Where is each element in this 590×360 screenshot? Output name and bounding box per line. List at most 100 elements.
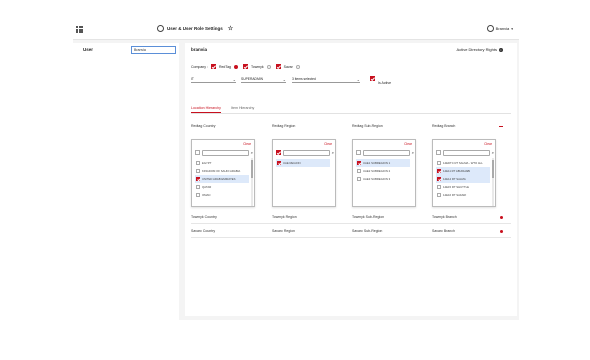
collapse-icon[interactable] (499, 126, 503, 127)
dropdown-search-input[interactable] (202, 149, 249, 156)
search-icon[interactable]: ⌕ (332, 150, 334, 155)
redtag-subregion-label: Redtag Sub-Region (352, 124, 383, 128)
option-checkbox[interactable] (437, 177, 441, 181)
redtag-branch-label: Redtag Branch (432, 124, 456, 128)
option-checkbox[interactable] (437, 193, 441, 197)
option-label: UAE1 SUBREGION 1 (363, 161, 391, 165)
list-item[interactable]: UAE REGION (276, 159, 330, 167)
top-bar: User & User Role Settings ☆ Branvia ▾ (73, 20, 519, 40)
list-item[interactable]: UAE2 SUBREGION 2 (356, 167, 410, 175)
option-checkbox[interactable] (357, 177, 361, 181)
dropdown-search-input[interactable] (443, 149, 490, 156)
dropdown-search-input[interactable] (363, 149, 410, 156)
company-checkbox-savar[interactable] (275, 64, 281, 69)
option-checkbox[interactable] (196, 185, 200, 189)
tab-location-hierarchy[interactable]: Location Hierarchy (191, 106, 221, 113)
ad-rights-label: Active Directory Rights (456, 47, 497, 52)
option-checkbox[interactable] (196, 169, 200, 173)
option-list: UAE REGION (276, 159, 330, 167)
towmyk-branch-label: Towmyk Branch (432, 215, 457, 219)
items-multiselect[interactable]: 3 items selected ⌄ (292, 76, 360, 83)
list-item[interactable]: EGYPT (195, 159, 249, 167)
company-checkbox-towmyk[interactable] (243, 64, 249, 69)
department-select[interactable]: IT ⌄ (191, 76, 236, 83)
account-icon (486, 25, 494, 32)
option-checkbox[interactable] (437, 169, 441, 173)
expand-icon[interactable] (500, 216, 503, 219)
clear-button[interactable]: Clear (324, 142, 332, 146)
info-icon[interactable]: i (499, 47, 503, 52)
chevron-down-icon: ⌄ (356, 76, 360, 82)
page-title: User & User Role Settings (167, 26, 223, 31)
app-frame: User & User Role Settings ☆ Branvia ▾ Us… (73, 20, 519, 320)
clear-button[interactable]: Clear (484, 142, 492, 146)
tab-item-hierarchy[interactable]: Item Hierarchy (231, 106, 254, 113)
clear-button[interactable]: Clear (243, 142, 251, 146)
option-label: 14E11 RT ABUDHABI (443, 169, 471, 173)
tab-divider (191, 113, 511, 114)
option-checkbox[interactable] (196, 177, 200, 181)
list-item[interactable]: 14E14 RT SALMA (436, 175, 490, 183)
list-item[interactable]: UNITED ARAB EMIRATES (195, 175, 249, 183)
divider (191, 223, 511, 224)
redtag-country-label: Redtag Country (191, 124, 216, 128)
list-item[interactable]: UAE3 SUBREGION 3 (356, 175, 410, 183)
list-item[interactable]: 14E15 RT SHUTTLE (436, 183, 490, 191)
search-icon[interactable]: ⌕ (492, 150, 494, 155)
user-search-input[interactable]: Branvia (131, 46, 176, 54)
dropdown-search-input[interactable] (283, 149, 330, 156)
user-name: branvia (191, 47, 208, 52)
search-icon[interactable]: ⌕ (412, 150, 414, 155)
clear-button[interactable]: Clear (404, 142, 412, 146)
ad-rights[interactable]: Active Directory Rights i (457, 47, 503, 52)
towmyk-subregion-label: Towmyk Sub-Region (352, 215, 385, 219)
scrollbar[interactable] (251, 158, 253, 206)
list-item[interactable]: UAE1 SUBREGION 1 (356, 159, 410, 167)
star-icon[interactable]: ☆ (228, 25, 233, 32)
list-item[interactable]: QATAR (195, 183, 249, 191)
items-selected-value: 3 items selected (292, 77, 316, 81)
select-all-checkbox[interactable] (195, 150, 200, 155)
list-item[interactable]: 14EDTC RT SALMA - WTO ALL (436, 159, 490, 167)
is-active-label: Is Active (378, 81, 392, 85)
default-radio-towmyk[interactable] (266, 64, 271, 69)
option-label: OMAN (202, 193, 211, 197)
list-item[interactable]: OMAN (195, 191, 249, 199)
is-active-toggle[interactable]: Is Active (370, 76, 391, 85)
towmyk-region-label: Towmyk Region (272, 215, 297, 219)
account-menu[interactable]: Branvia ▾ (486, 25, 513, 32)
default-radio-redtag[interactable] (234, 64, 239, 69)
is-active-checkbox[interactable] (370, 76, 375, 81)
option-label: 14E15 RT SHUTTLE (443, 185, 470, 189)
default-radio-savar[interactable] (295, 64, 300, 69)
option-checkbox[interactable] (196, 193, 200, 197)
option-checkbox[interactable] (357, 169, 361, 173)
option-checkbox[interactable] (196, 161, 200, 165)
savarc-country-label: Savarc Country (191, 229, 216, 233)
list-item[interactable]: 14E16 RT SAFARI (436, 191, 490, 199)
savarc-region-label: Savarc Region (272, 229, 295, 233)
list-item[interactable]: 14E11 RT ABUDHABI (436, 167, 490, 175)
role-value: SUPERADMIN (241, 77, 263, 81)
company-name-savar: Savar (283, 64, 293, 69)
savarc-branch-label: Savarc Branch (432, 229, 455, 233)
select-all-checkbox[interactable] (356, 150, 361, 155)
scrollbar-thumb[interactable] (251, 160, 253, 178)
scrollbar-thumb[interactable] (492, 160, 494, 178)
redtag-region-label: Redtag Region (272, 124, 296, 128)
apps-grid-icon[interactable] (76, 26, 83, 33)
option-checkbox[interactable] (437, 185, 441, 189)
select-all-checkbox[interactable] (436, 150, 441, 155)
scrollbar[interactable] (492, 158, 494, 206)
option-checkbox[interactable] (277, 161, 281, 165)
company-checkbox-redtag[interactable] (210, 64, 216, 69)
option-label: UNITED ARAB EMIRATES (202, 177, 236, 181)
select-all-checkbox[interactable] (276, 150, 281, 155)
list-item[interactable]: KINGDOM OF SAUDI ARABIA (195, 167, 249, 175)
expand-icon[interactable] (500, 230, 503, 233)
branch-dropdown: Clear ⌕ 14EDTC RT SALMA - WTO ALL 14E11 … (432, 139, 496, 207)
search-icon[interactable]: ⌕ (251, 150, 253, 155)
option-checkbox[interactable] (357, 161, 361, 165)
role-select[interactable]: SUPERADMIN ⌄ (241, 76, 286, 83)
option-checkbox[interactable] (437, 161, 441, 165)
